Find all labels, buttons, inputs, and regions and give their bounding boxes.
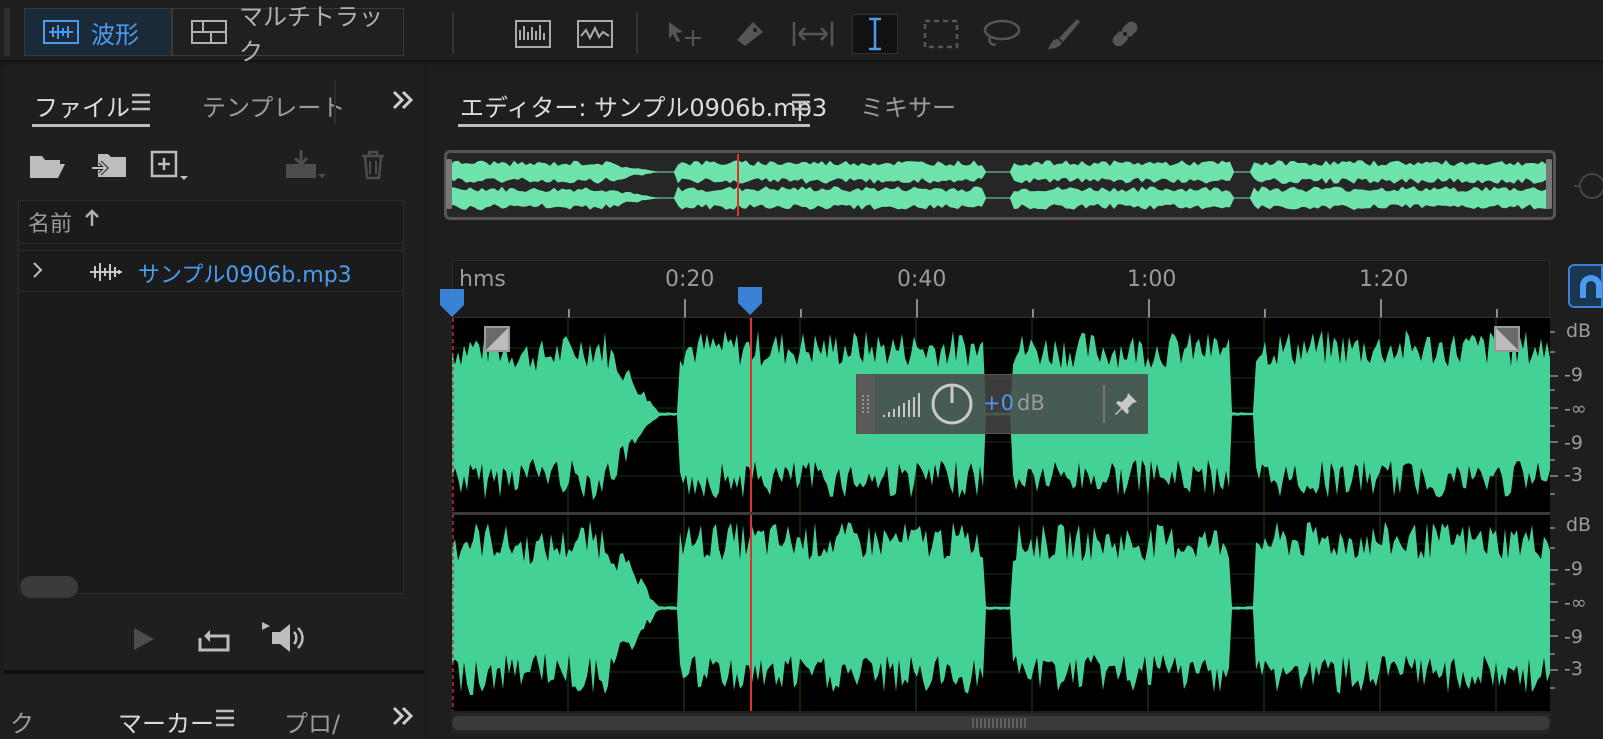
tab-editor[interactable]: エディター: サンプル0906b.mp3 xyxy=(460,88,827,123)
ruler-ticks xyxy=(453,299,1551,319)
db-label: -9 xyxy=(1564,558,1583,580)
multitrack-mode-button[interactable]: マルチトラック xyxy=(172,3,404,66)
hud-gain-control: +0 dB xyxy=(856,374,1148,434)
overview-navigator[interactable] xyxy=(444,150,1556,220)
audio-file-icon xyxy=(88,261,124,283)
snap-magnet-button[interactable] xyxy=(1568,264,1603,308)
pin-hud-icon[interactable] xyxy=(1113,391,1139,417)
spot-healing-icon[interactable] xyxy=(1102,14,1148,54)
files-panel-menu-icon[interactable] xyxy=(130,92,152,112)
razor-tool-icon[interactable] xyxy=(726,14,772,54)
insert-to-multitrack-icon[interactable] xyxy=(282,148,328,182)
tab-files[interactable]: ファイル xyxy=(34,88,130,123)
tab-mixer[interactable]: ミキサー xyxy=(860,88,956,123)
db-label: -9 xyxy=(1564,432,1583,454)
open-file-icon[interactable] xyxy=(28,150,66,180)
import-file-icon[interactable] xyxy=(90,148,130,182)
file-name-label: サンプル0906b.mp3 xyxy=(138,263,352,288)
lasso-tool-icon[interactable] xyxy=(978,14,1024,54)
magnet-icon xyxy=(1580,275,1602,298)
gain-value[interactable]: +0 xyxy=(983,391,1014,415)
scrollbar-thumb[interactable] xyxy=(452,716,1550,730)
sort-ascending-icon xyxy=(84,208,100,228)
hud-separator xyxy=(1103,385,1105,423)
active-tab-underline xyxy=(32,124,150,127)
play-icon[interactable] xyxy=(130,626,156,652)
auto-play-speaker-icon[interactable] xyxy=(260,620,310,656)
horizontal-scrollbar[interactable] xyxy=(20,576,78,598)
waveform-mode-label: 波形 xyxy=(91,20,139,49)
file-list-header: 名前 xyxy=(18,200,404,244)
spectral-frequency-icon[interactable] xyxy=(510,14,556,54)
file-list-item[interactable]: サンプル0906b.mp3 xyxy=(18,250,404,292)
tab-partial[interactable]: ク xyxy=(10,704,34,739)
toolbar-separator xyxy=(636,12,638,54)
top-toolbar: 波形 マルチトラック xyxy=(0,0,1603,66)
db-scale: dB -9 -∞ -9 -3 dB -9 -∞ -9 -3 xyxy=(1550,318,1603,711)
editor-horizontal-scrollbar[interactable] xyxy=(452,713,1550,733)
time-ruler[interactable]: hms 0:20 0:40 1:00 1:20 xyxy=(452,260,1551,319)
db-label: -∞ xyxy=(1564,398,1587,420)
move-tool-icon[interactable] xyxy=(662,14,708,54)
expand-chevron-icon[interactable] xyxy=(32,261,44,279)
db-label: -3 xyxy=(1564,658,1583,680)
waveform-mode-button[interactable]: 波形 xyxy=(24,8,172,56)
markers-panel-menu-icon[interactable] xyxy=(214,708,236,728)
db-label: dB xyxy=(1566,514,1592,536)
panel-divider xyxy=(4,670,424,674)
spectral-pitch-icon[interactable] xyxy=(572,14,618,54)
db-label: -3 xyxy=(1564,464,1583,486)
volume-knob-icon[interactable] xyxy=(929,381,975,427)
db-label: -9 xyxy=(1564,364,1583,386)
slip-tool-icon[interactable] xyxy=(790,14,836,54)
brush-tool-icon[interactable] xyxy=(1040,14,1086,54)
gain-unit: dB xyxy=(1017,391,1045,415)
time-selection-tool-icon[interactable] xyxy=(852,14,898,54)
tab-templates[interactable]: テンプレート xyxy=(202,88,345,123)
playhead-marker-icon[interactable] xyxy=(737,286,763,316)
fade-out-handle[interactable] xyxy=(1494,326,1520,352)
toolbar-grip[interactable] xyxy=(4,8,10,56)
tab-divider xyxy=(334,80,336,124)
db-label: dB xyxy=(1566,320,1592,342)
overview-channel-1 xyxy=(450,160,1550,184)
active-tab-underline xyxy=(458,124,810,127)
tab-properties[interactable]: プロ/ xyxy=(284,704,340,739)
panel-overflow-icon[interactable] xyxy=(390,88,416,112)
db-label: -9 xyxy=(1564,626,1583,648)
tab-markers[interactable]: マーカー xyxy=(118,704,214,739)
toolbar-separator xyxy=(452,12,454,54)
marquee-tool-icon[interactable] xyxy=(918,14,964,54)
delete-file-icon[interactable] xyxy=(360,150,386,180)
overview-channel-2 xyxy=(450,186,1550,211)
loop-playback-icon[interactable] xyxy=(196,624,232,654)
new-file-icon[interactable] xyxy=(150,150,192,182)
channel-divider xyxy=(452,512,1550,515)
multitrack-mode-icon xyxy=(191,20,227,44)
fade-in-handle[interactable] xyxy=(484,326,510,352)
in-point-marker-icon[interactable] xyxy=(439,288,465,318)
hud-drag-handle[interactable] xyxy=(857,375,875,433)
column-name-header[interactable]: 名前 xyxy=(28,206,72,238)
scrollbar-grip xyxy=(972,718,1026,728)
overview-left-handle[interactable] xyxy=(446,159,452,209)
waveform-mode-icon xyxy=(43,20,79,44)
zoom-navigator-icon[interactable] xyxy=(1572,170,1603,202)
panel-overflow-icon[interactable] xyxy=(390,704,416,728)
overview-right-handle[interactable] xyxy=(1546,159,1552,209)
db-label: -∞ xyxy=(1564,592,1587,614)
volume-level-icon xyxy=(881,389,921,421)
overview-waveform xyxy=(450,154,1550,216)
multitrack-mode-label: マルチトラック xyxy=(239,3,383,66)
editor-panel-menu-icon[interactable] xyxy=(790,92,812,112)
